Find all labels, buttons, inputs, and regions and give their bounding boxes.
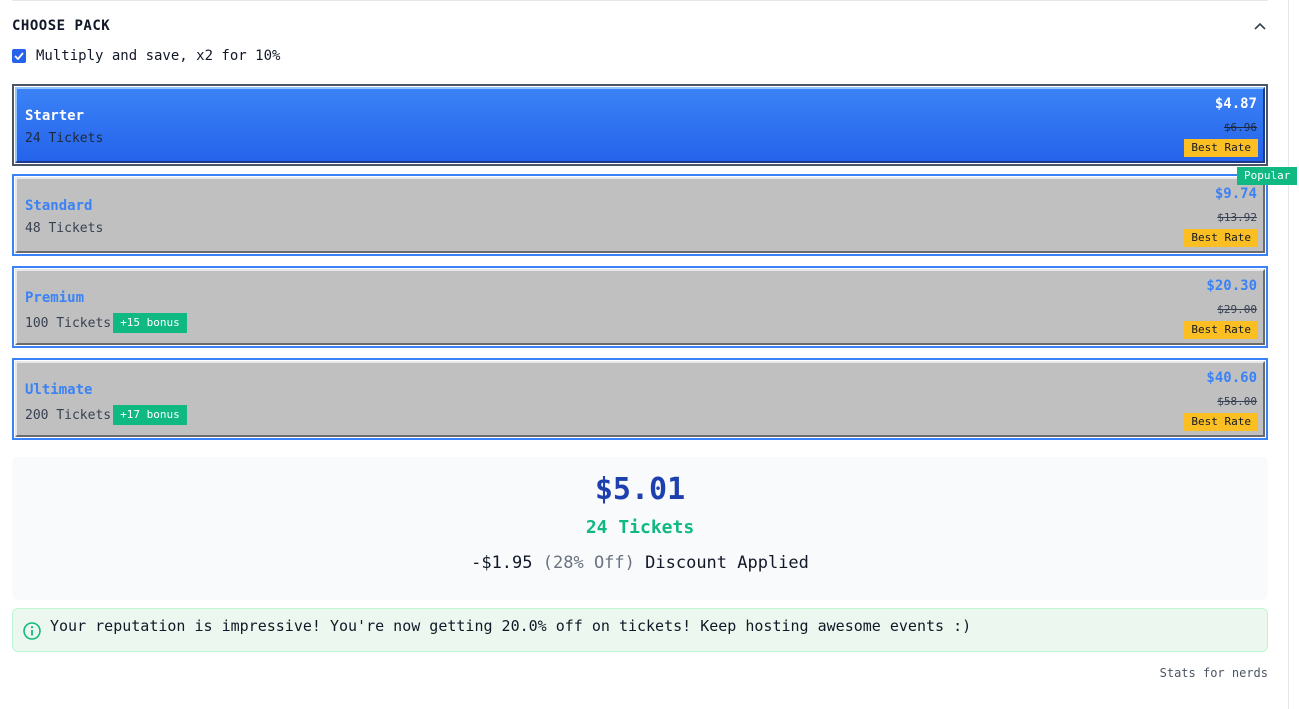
pack-price: $40.60 xyxy=(1206,370,1257,386)
pack-option-premium[interactable]: Premium 100 Tickets +15 bonus $20.30 $29… xyxy=(12,266,1268,348)
discount-label: Discount Applied xyxy=(645,553,809,573)
stats-for-nerds-link[interactable]: Stats for nerds xyxy=(1160,666,1268,680)
popular-badge: Popular xyxy=(1237,167,1298,185)
summary-tickets: 24 Tickets xyxy=(585,517,695,538)
scrollbar[interactable] xyxy=(1288,0,1289,709)
pack-tickets-count: 100 Tickets xyxy=(25,315,112,331)
pack-option-starter[interactable]: Starter 24 Tickets $4.87 $6.96 Best Rate xyxy=(12,84,1268,166)
reputation-info-banner: Your reputation is impressive! You're no… xyxy=(12,608,1268,652)
pack-card-body: Standard 48 Tickets $9.74 $13.92 Best Ra… xyxy=(15,177,1265,253)
pack-name: Ultimate xyxy=(25,382,93,398)
pack-old-price: $6.96 xyxy=(1223,121,1257,134)
divider xyxy=(12,0,1268,1)
best-rate-badge: Best Rate xyxy=(1184,413,1258,431)
pack-price: $20.30 xyxy=(1206,278,1257,294)
summary-discount: -$1.95 (28% Off) Discount Applied xyxy=(12,553,1268,573)
pack-tickets: 100 Tickets +15 bonus xyxy=(25,313,187,333)
pack-price: $4.87 xyxy=(1214,96,1257,112)
pack-old-price: $29.00 xyxy=(1217,303,1257,316)
multiply-label: Multiply and save, x2 for 10% xyxy=(36,48,281,64)
pack-name: Standard xyxy=(25,198,93,214)
pack-card-body: Premium 100 Tickets +15 bonus $20.30 $29… xyxy=(15,269,1265,345)
pack-old-price: $13.92 xyxy=(1217,211,1257,224)
order-summary: $5.01 24 Tickets -$1.95 (28% Off) Discou… xyxy=(12,457,1268,600)
pack-option-ultimate[interactable]: Ultimate 200 Tickets +17 bonus $40.60 $5… xyxy=(12,358,1268,440)
pack-tickets-count: 24 Tickets xyxy=(25,131,104,146)
pack-old-price: $58.00 xyxy=(1217,395,1257,408)
summary-price: $5.01 xyxy=(594,472,686,507)
best-rate-badge: Best Rate xyxy=(1184,139,1258,157)
info-message: Your reputation is impressive! You're no… xyxy=(50,617,972,635)
pack-option-standard[interactable]: Standard 48 Tickets $9.74 $13.92 Best Ra… xyxy=(12,174,1268,256)
discount-percent: (28% Off) xyxy=(542,553,635,573)
section-title: CHOOSE PACK xyxy=(12,18,111,34)
chevron-up-icon[interactable] xyxy=(1252,18,1268,34)
bonus-badge: +17 bonus xyxy=(113,405,187,425)
check-icon xyxy=(14,52,24,60)
pack-tickets: 48 Tickets xyxy=(25,221,103,236)
pack-card-body: Ultimate 200 Tickets +17 bonus $40.60 $5… xyxy=(15,361,1265,437)
multiply-option[interactable]: Multiply and save, x2 for 10% xyxy=(12,46,280,66)
pack-card-body: Starter 24 Tickets $4.87 $6.96 Best Rate xyxy=(15,87,1265,163)
bonus-badge: +15 bonus xyxy=(113,313,187,333)
discount-amount: -$1.95 xyxy=(471,553,533,573)
pack-name: Premium xyxy=(25,290,85,306)
best-rate-badge: Best Rate xyxy=(1184,321,1258,339)
section-header[interactable]: CHOOSE PACK xyxy=(12,17,1268,35)
multiply-checkbox[interactable] xyxy=(12,49,26,63)
pack-name: Starter xyxy=(25,108,85,124)
pack-tickets: 200 Tickets +17 bonus xyxy=(25,405,187,425)
best-rate-badge: Best Rate xyxy=(1184,229,1258,247)
pack-tickets: 24 Tickets xyxy=(25,131,103,146)
pack-tickets-count: 200 Tickets xyxy=(25,407,112,423)
pack-tickets-count: 48 Tickets xyxy=(25,221,104,236)
info-icon xyxy=(22,621,42,641)
pack-price: $9.74 xyxy=(1214,186,1257,202)
